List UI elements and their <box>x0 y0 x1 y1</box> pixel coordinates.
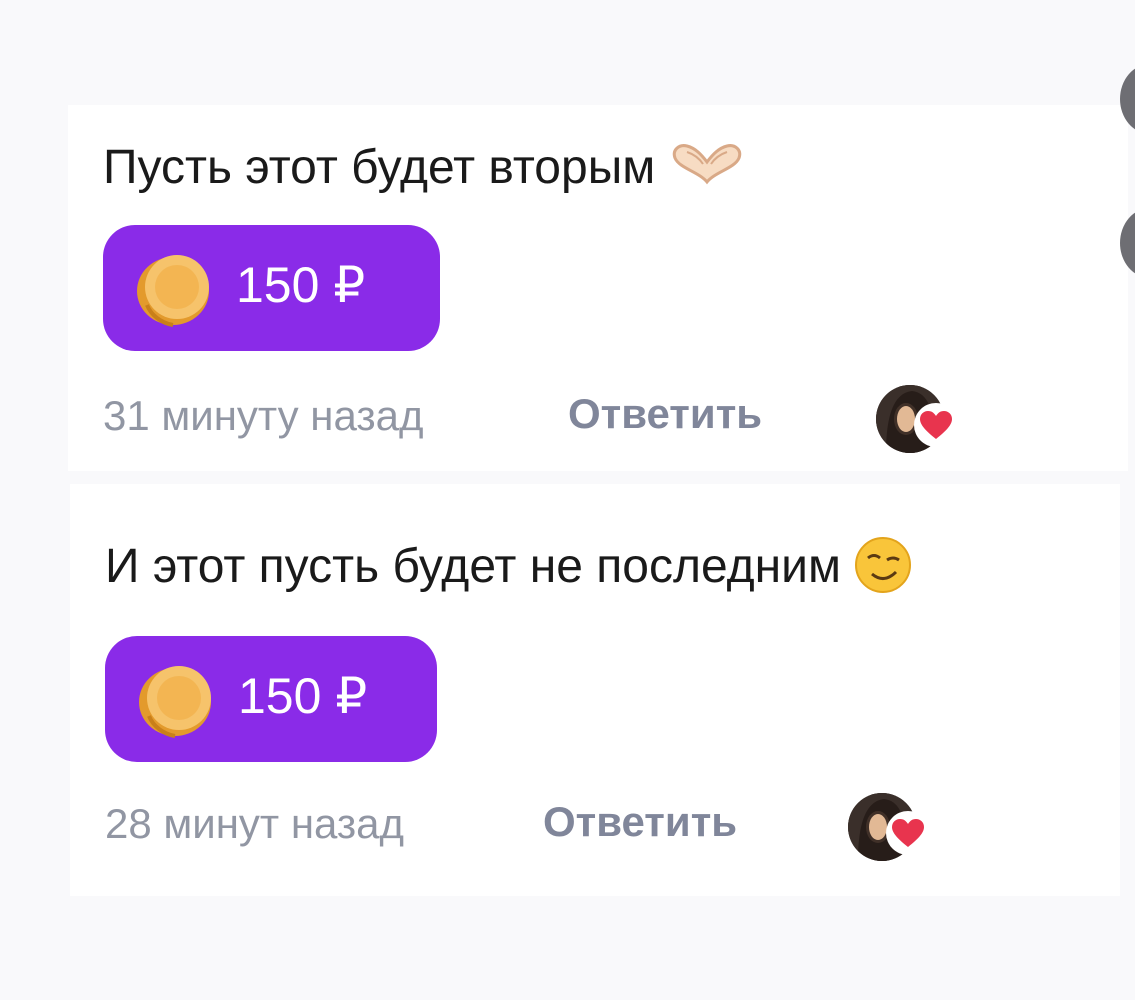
comment-text-content: Пусть этот будет вторым <box>103 141 656 195</box>
coin-icon <box>139 666 211 738</box>
heart-hands-icon <box>669 142 745 199</box>
comment-text-content: И этот пусть будет не последним <box>105 540 841 594</box>
reply-button[interactable]: Ответить <box>568 393 762 435</box>
comment-timestamp: 28 минут назад <box>105 800 405 847</box>
donation-amount: 150 ₽ <box>238 668 368 724</box>
comment-text: И этот пусть будет не последним <box>105 536 912 603</box>
comment-timestamp: 31 минуту назад <box>103 392 424 439</box>
comment-card: И этот пусть будет не последним 150 ₽ 28… <box>70 484 1120 896</box>
winking-face-icon <box>854 536 912 603</box>
comment-text: Пусть этот будет вторым <box>103 142 745 199</box>
comment-card: Пусть этот будет вторым 150 ₽ 31 минуту … <box>68 105 1128 471</box>
author-like-indicator[interactable] <box>848 789 938 865</box>
donation-amount: 150 ₽ <box>236 257 366 313</box>
coin-icon <box>137 255 209 327</box>
heart-icon <box>886 811 930 855</box>
heart-icon <box>914 403 958 447</box>
donation-badge[interactable]: 150 ₽ <box>105 636 437 762</box>
donation-badge[interactable]: 150 ₽ <box>103 225 440 351</box>
comment-meta: 28 минут назад Ответить <box>105 789 1005 861</box>
comment-meta: 31 минуту назад Ответить <box>103 381 1003 453</box>
reply-button[interactable]: Ответить <box>543 801 737 843</box>
author-like-indicator[interactable] <box>876 381 966 457</box>
